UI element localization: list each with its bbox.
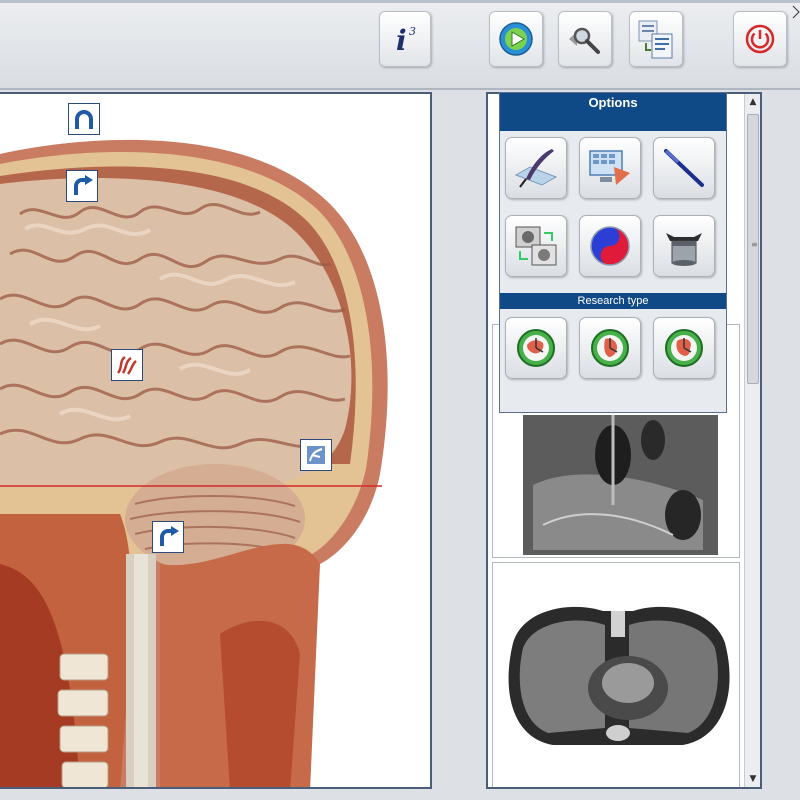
scroll-grip-icon: ≡ [751, 240, 758, 249]
scroll-down-arrow-icon[interactable]: ▼ [745, 771, 760, 787]
pen-tool-button[interactable] [505, 137, 567, 199]
info-button[interactable]: i 3 [379, 11, 431, 67]
yin-yang-button[interactable] [579, 215, 641, 277]
options-panel: Options Research type [499, 92, 727, 413]
info-icon: i 3 [396, 24, 416, 56]
clock-target-icon [591, 329, 629, 367]
research-type-3-button[interactable] [653, 317, 715, 379]
image-swap-button[interactable] [505, 215, 567, 277]
hotspot-cerebellum[interactable] [300, 439, 332, 471]
monitor-icon [589, 150, 630, 185]
curved-arrow-icon [160, 526, 179, 546]
report-button[interactable] [629, 11, 683, 67]
brain-section-image [0, 139, 388, 787]
power-button[interactable] [733, 11, 787, 67]
clock-target-icon [665, 329, 703, 367]
vessels-icon [116, 355, 137, 375]
hotspot-skull[interactable] [66, 170, 98, 202]
play-icon [499, 22, 533, 56]
screen-compare-button[interactable] [579, 137, 641, 199]
top-toolbar: i 3 [0, 0, 800, 90]
scroll-up-arrow-icon[interactable]: ▲ [745, 94, 760, 110]
scroll-thumb[interactable]: ≡ [747, 114, 759, 384]
thumbnail-scrollbar[interactable]: ▲ ≡ ▼ [744, 94, 760, 787]
options-title: Options [500, 93, 726, 131]
window-edge-marker [792, 5, 800, 19]
arch-icon [75, 110, 93, 129]
axial-scan-image [493, 563, 739, 787]
application-window: i 3 ▲ ≡ ▼ Options Research type [0, 0, 800, 800]
hotspot-brainstem[interactable] [152, 521, 184, 553]
swap-images-icon [515, 226, 557, 266]
research-type-header: Research type [500, 293, 726, 309]
pot-icon [666, 233, 702, 266]
quill-icon [514, 149, 558, 188]
axial-scan-thumbnail[interactable] [492, 562, 740, 787]
research-type-1-button[interactable] [505, 317, 567, 379]
hotspot-top-arch[interactable] [68, 103, 100, 135]
magnifier-icon [569, 27, 600, 54]
toolbar-top-divider [0, 0, 800, 3]
anatomy-viewer[interactable] [0, 92, 432, 789]
container-button[interactable] [653, 215, 715, 277]
research-type-2-button[interactable] [579, 317, 641, 379]
organ-icon [307, 446, 325, 464]
clock-target-icon [517, 329, 555, 367]
play-button[interactable] [489, 11, 543, 67]
yin-yang-icon [590, 226, 630, 266]
probe-icon [664, 149, 704, 187]
curved-arrow-icon [74, 175, 93, 195]
svg-text:3: 3 [409, 25, 416, 38]
search-button[interactable] [558, 11, 612, 67]
hotspot-vessels[interactable] [111, 349, 143, 381]
document-icon [638, 20, 673, 59]
svg-text:i: i [396, 24, 407, 56]
probe-button[interactable] [653, 137, 715, 199]
power-icon [745, 24, 775, 54]
